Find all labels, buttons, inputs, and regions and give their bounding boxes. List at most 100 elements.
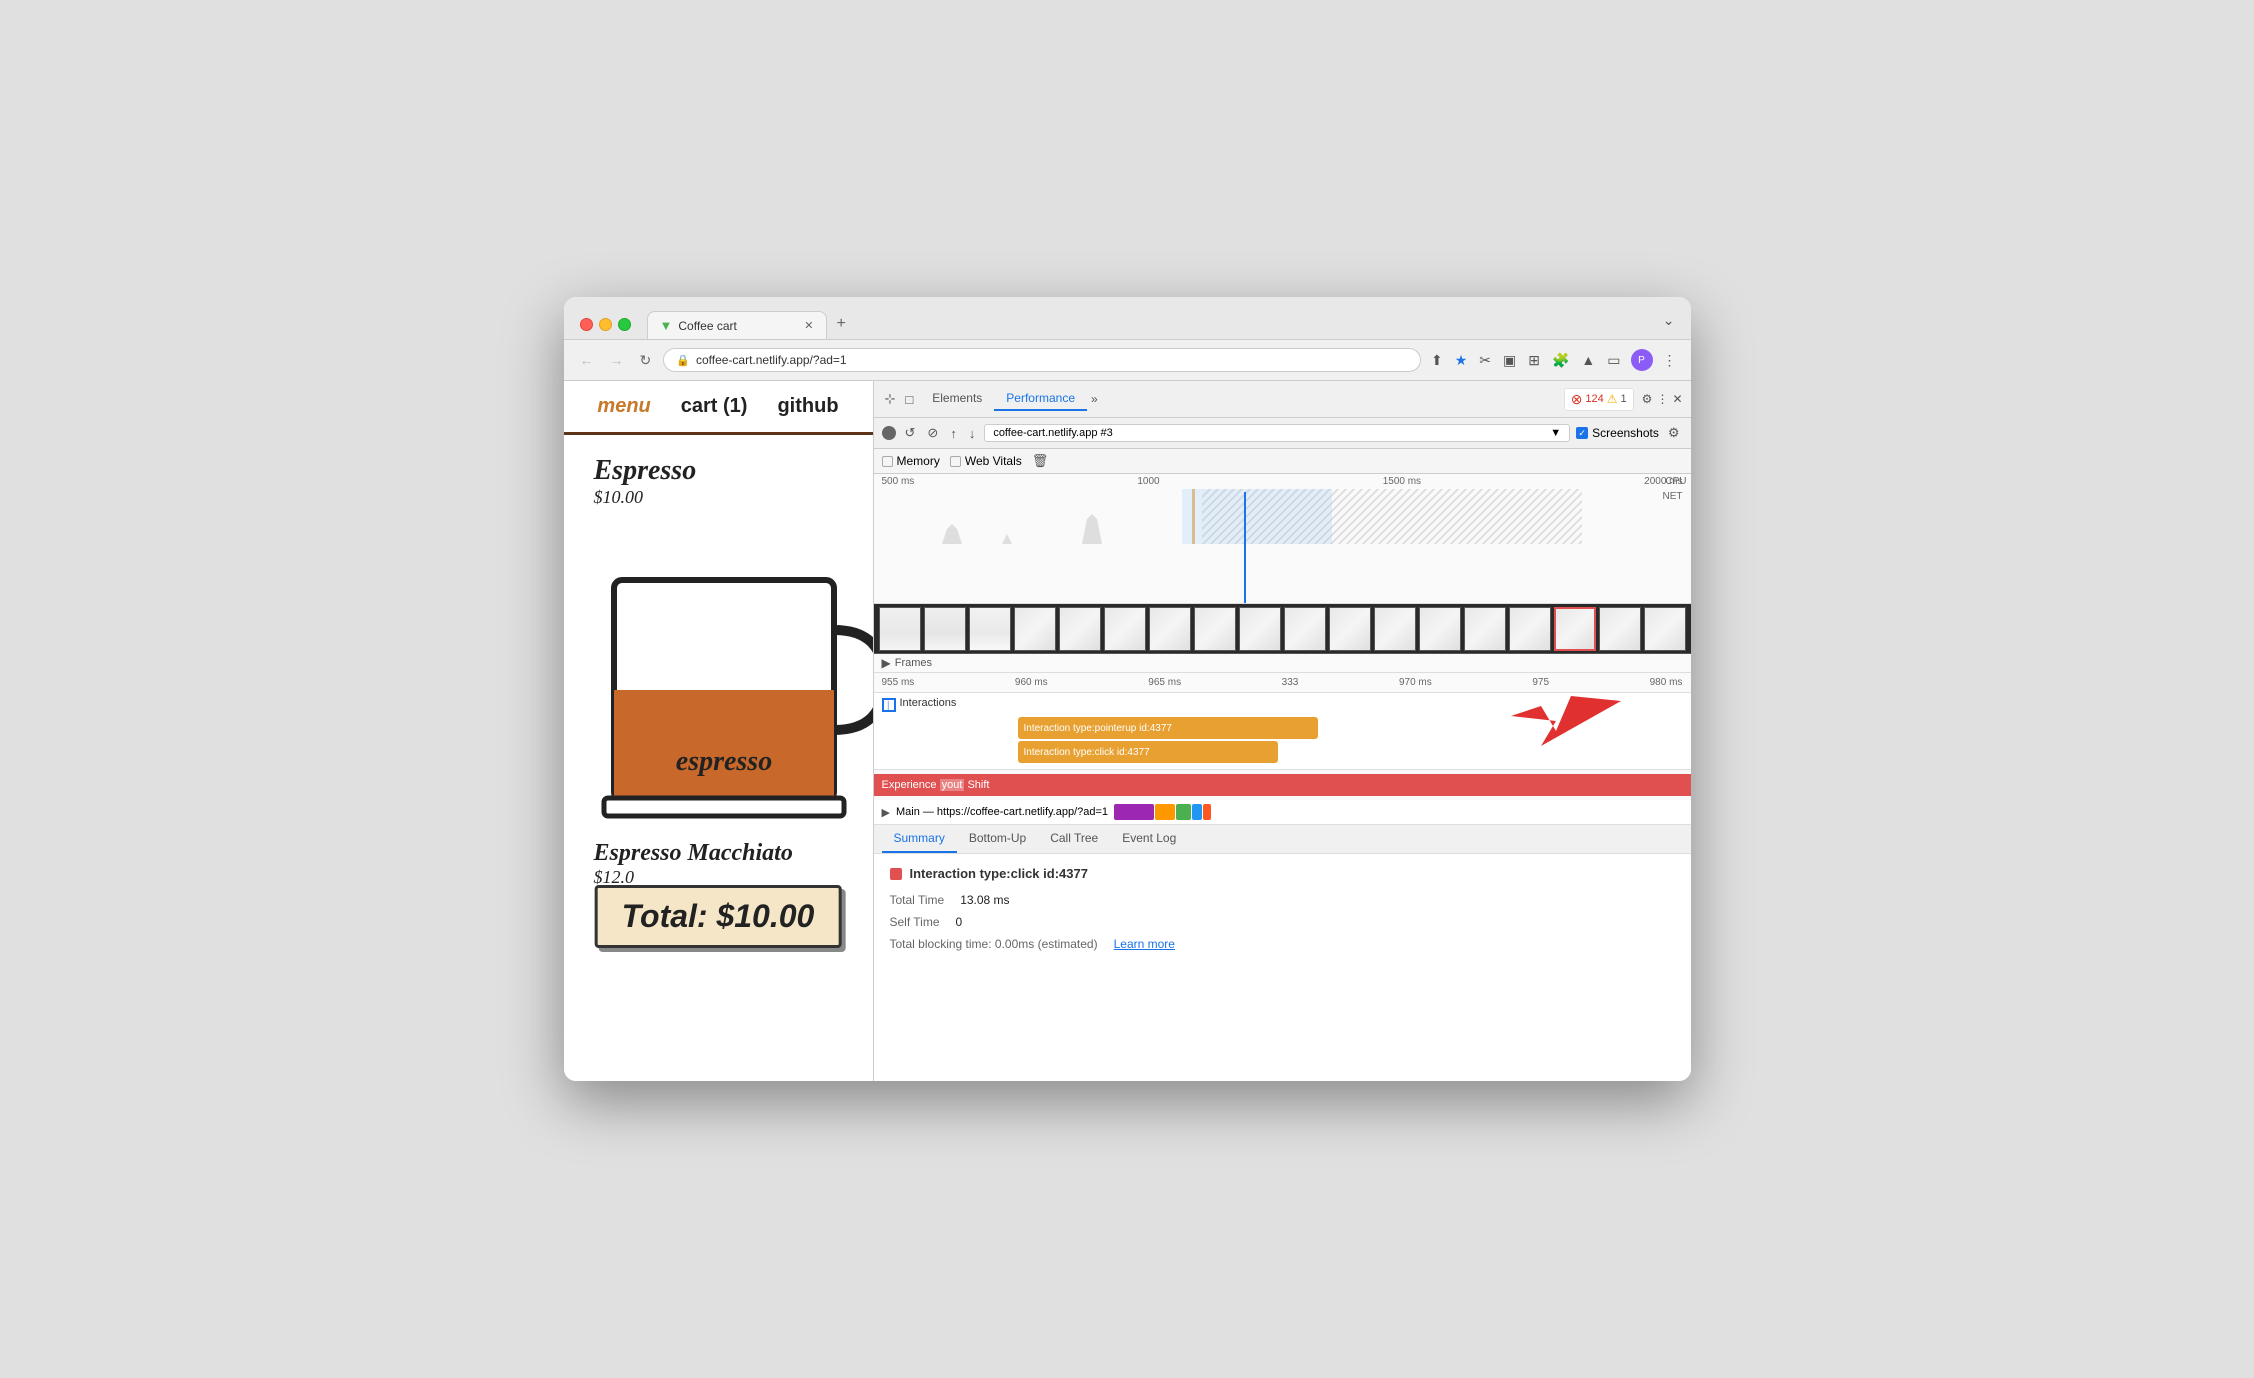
title-bar: ▼ Coffee cart ✕ + ⌄ bbox=[564, 297, 1691, 340]
experience-highlight: yout bbox=[940, 779, 965, 791]
back-button[interactable]: ← bbox=[576, 350, 598, 370]
puzzle-icon[interactable]: 🧩 bbox=[1550, 350, 1571, 371]
interaction-bar-click[interactable]: Interaction type:click id:4377 bbox=[1018, 741, 1278, 763]
bookmark-icon[interactable]: ★ bbox=[1453, 350, 1470, 371]
learn-more-link[interactable]: Learn more bbox=[1114, 937, 1175, 951]
mobile-icon[interactable]: □ bbox=[902, 389, 916, 410]
scissors-icon[interactable]: ✂ bbox=[1477, 350, 1493, 371]
devtools-tabs: Elements Performance » bbox=[920, 387, 1097, 411]
more-options-icon[interactable]: ⋮ bbox=[1661, 350, 1679, 371]
screenshot-thumb bbox=[1014, 607, 1056, 651]
screenshot-thumb bbox=[969, 607, 1011, 651]
timeline-cursor bbox=[1244, 492, 1246, 604]
screenshots-toggle[interactable]: ✓ Screenshots bbox=[1576, 426, 1659, 440]
download-icon[interactable]: ↓ bbox=[966, 423, 979, 444]
memory-checkbox[interactable] bbox=[882, 456, 893, 467]
tab-elements[interactable]: Elements bbox=[920, 387, 994, 411]
performance-timeline[interactable]: 500 ms 1000 1500 ms 2000 ms CPU bbox=[874, 474, 1691, 604]
website-panel: menu cart (1) github Espresso $10.00 bbox=[564, 381, 874, 1081]
window-options-icon[interactable]: ⌄ bbox=[1663, 312, 1675, 337]
ruler-955: 955 ms bbox=[882, 677, 915, 688]
tab-close-icon[interactable]: ✕ bbox=[804, 319, 813, 332]
thread-bars bbox=[1114, 804, 1682, 820]
trash-icon[interactable]: 🗑 bbox=[1032, 453, 1049, 469]
active-tab[interactable]: ▼ Coffee cart ✕ bbox=[647, 311, 827, 339]
cpu-label: CPU bbox=[1665, 476, 1686, 487]
nav-github[interactable]: github bbox=[777, 395, 838, 418]
memory-check[interactable]: Memory bbox=[882, 454, 940, 468]
ruler-333: 333 bbox=[1282, 677, 1299, 688]
forward-button[interactable]: → bbox=[606, 350, 628, 370]
screenshot-thumb bbox=[1329, 607, 1371, 651]
grid-icon[interactable]: ⊞ bbox=[1526, 350, 1542, 371]
timer-icon[interactable]: ▲ bbox=[1579, 350, 1597, 370]
sidebar-icon[interactable]: ▭ bbox=[1605, 350, 1622, 371]
stop-icon[interactable]: ⊘ bbox=[924, 422, 941, 444]
interaction-pointerup-text: Interaction type:pointerup id:4377 bbox=[1024, 723, 1172, 734]
cursor-icon[interactable]: ⊹ bbox=[882, 388, 899, 410]
screenshot-thumb bbox=[1284, 607, 1326, 651]
tab-title: Coffee cart bbox=[678, 319, 736, 333]
thread-segment bbox=[1203, 804, 1211, 820]
tabs-row: ▼ Coffee cart ✕ + bbox=[647, 309, 1655, 339]
devtools-gear-icon[interactable]: ⚙ bbox=[1642, 392, 1653, 406]
thread-segment bbox=[1176, 804, 1191, 820]
interactions-expand[interactable]: │ bbox=[882, 698, 896, 712]
summary-title: Interaction type:click id:4377 bbox=[890, 866, 1675, 881]
tab-call-tree[interactable]: Call Tree bbox=[1038, 825, 1110, 853]
ruler-970: 970 ms bbox=[1399, 677, 1432, 688]
svg-text:espresso: espresso bbox=[675, 746, 771, 777]
screenshot-thumb bbox=[1554, 607, 1596, 651]
error-count: 124 bbox=[1585, 393, 1603, 405]
upload-icon[interactable]: ↑ bbox=[947, 423, 960, 444]
share-icon[interactable]: ⬆ bbox=[1429, 350, 1445, 371]
summary-blocking-time: Total blocking time: 0.00ms (estimated) … bbox=[890, 937, 1675, 951]
tab-performance[interactable]: Performance bbox=[994, 387, 1087, 411]
refresh-button[interactable]: ↻ bbox=[636, 350, 656, 371]
thread-expand-icon[interactable]: ▶ bbox=[882, 806, 890, 819]
warning-dot: ⚠ bbox=[1607, 392, 1618, 406]
devtools-panel: ⊹ □ Elements Performance » ⊗ 124 ⚠ 1 ⚙ ⋮… bbox=[874, 381, 1691, 1081]
address-input[interactable]: 🔒 coffee-cart.netlify.app/?ad=1 bbox=[663, 348, 1421, 372]
minimize-button[interactable] bbox=[599, 318, 612, 331]
experience-text: Experience yout Shift bbox=[882, 779, 990, 791]
record-button[interactable] bbox=[882, 426, 896, 440]
product-section: Espresso $10.00 bbox=[564, 435, 873, 908]
tab-summary[interactable]: Summary bbox=[882, 825, 957, 853]
devtools-metrics: Memory Web Vitals 🗑 bbox=[874, 449, 1691, 474]
web-vitals-check[interactable]: Web Vitals bbox=[950, 454, 1022, 468]
ruler-960: 960 ms bbox=[1015, 677, 1048, 688]
tab-event-log[interactable]: Event Log bbox=[1110, 825, 1188, 853]
screenshot-thumb bbox=[924, 607, 966, 651]
web-vitals-checkbox[interactable] bbox=[950, 456, 961, 467]
coffee-cup-svg: espresso bbox=[594, 520, 874, 830]
total-time-value: 13.08 ms bbox=[960, 893, 1009, 907]
interactions-section: │ Interactions Interaction type:pointeru… bbox=[874, 693, 1691, 770]
nav-cart[interactable]: cart (1) bbox=[681, 395, 748, 418]
self-time-value: 0 bbox=[956, 915, 963, 929]
timeline-ruler: 955 ms 960 ms 965 ms 333 970 ms 975 980 … bbox=[874, 673, 1691, 693]
toolbar2-settings-icon[interactable]: ⚙ bbox=[1665, 422, 1683, 444]
maximize-button[interactable] bbox=[618, 318, 631, 331]
tab-bottom-up[interactable]: Bottom-Up bbox=[957, 825, 1038, 853]
more-tabs-icon[interactable]: » bbox=[1091, 392, 1098, 406]
new-tab-button[interactable]: + bbox=[827, 309, 856, 339]
screenshots-checkbox[interactable]: ✓ bbox=[1576, 427, 1588, 439]
note-icon[interactable]: ▣ bbox=[1501, 350, 1518, 371]
devtools-close-icon[interactable]: ✕ bbox=[1672, 392, 1682, 406]
close-button[interactable] bbox=[580, 318, 593, 331]
thread-segment bbox=[1114, 804, 1154, 820]
frames-expand[interactable]: ▶ bbox=[882, 656, 891, 670]
product2-name: Espresso Macchiato bbox=[594, 840, 843, 867]
refresh-recording-icon[interactable]: ↺ bbox=[902, 422, 919, 444]
source-selector[interactable]: coffee-cart.netlify.app #3 ▼ bbox=[984, 424, 1570, 442]
devtools-more-icon[interactable]: ⋮ bbox=[1656, 392, 1668, 406]
profile-avatar[interactable]: P bbox=[1631, 349, 1653, 371]
interaction-click-text: Interaction type:click id:4377 bbox=[1024, 747, 1150, 758]
error-dot: ⊗ bbox=[1571, 391, 1583, 408]
screenshot-thumb bbox=[1464, 607, 1506, 651]
nav-menu[interactable]: menu bbox=[597, 395, 650, 418]
screenshot-thumb bbox=[1194, 607, 1236, 651]
interaction-bar-pointerup[interactable]: Interaction type:pointerup id:4377 bbox=[1018, 717, 1318, 739]
product-price: $10.00 bbox=[594, 487, 843, 508]
